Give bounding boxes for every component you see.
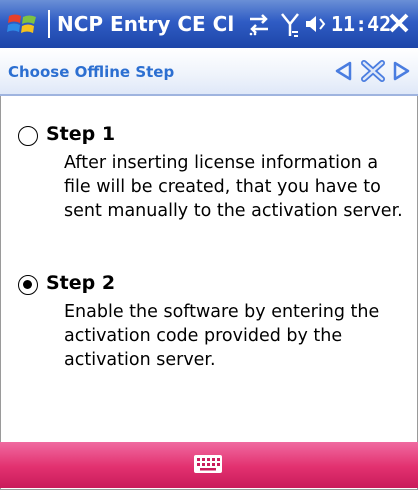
step-1-radio[interactable] (18, 126, 38, 146)
title-bar: NCP Entry CE Cl 11:42 (0, 0, 418, 48)
step-1-title[interactable]: Step 1 (46, 123, 115, 145)
bottom-bar (0, 442, 418, 488)
connectivity-icon[interactable] (246, 10, 272, 38)
page-title: Choose Offline Step (8, 63, 175, 81)
app-title: NCP Entry CE Cl (57, 12, 235, 36)
options-panel: Step 1 After inserting license informati… (0, 96, 418, 416)
windows-start-icon[interactable] (6, 10, 40, 38)
title-separator (48, 10, 50, 38)
back-arrow-icon[interactable] (333, 60, 355, 82)
close-icon (389, 13, 409, 33)
close-button[interactable] (384, 6, 414, 40)
step-2-description: Enable the software by entering the acti… (64, 302, 380, 370)
keyboard-icon[interactable] (193, 454, 223, 474)
volume-icon[interactable] (302, 10, 328, 38)
step-1-description: After inserting license information a fi… (64, 153, 403, 221)
step-2-radio[interactable] (18, 275, 38, 295)
step-2-title[interactable]: Step 2 (46, 272, 115, 294)
clock[interactable]: 11:42 (331, 12, 391, 36)
signal-icon[interactable] (280, 10, 300, 38)
cancel-icon[interactable] (360, 60, 386, 82)
page-header: Choose Offline Step (0, 48, 418, 96)
forward-arrow-icon[interactable] (390, 60, 412, 82)
